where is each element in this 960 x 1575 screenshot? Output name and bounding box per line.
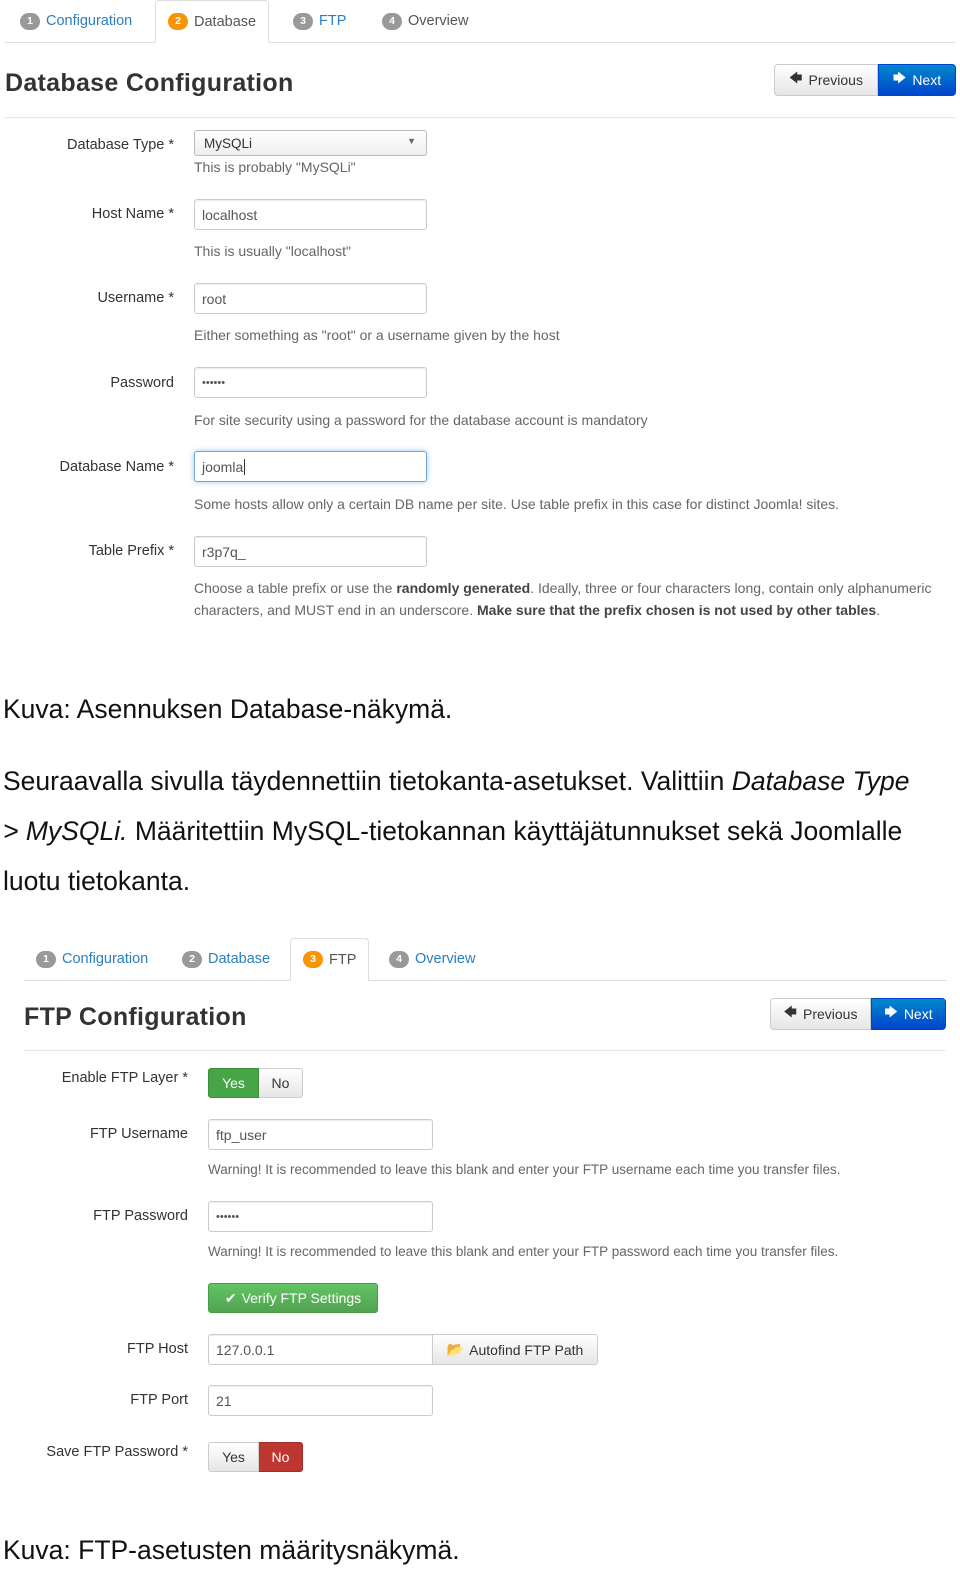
tab-label: Overview <box>408 13 469 29</box>
caption-database: Kuva: Asennuksen Database-näkymä. <box>3 694 453 724</box>
verify-label: Verify FTP Settings <box>241 1290 362 1306</box>
db-name-input[interactable]: joomla <box>194 451 427 482</box>
paragraph-line-3: luotu tietokanta. <box>3 866 191 896</box>
tab-label: FTP <box>319 13 347 29</box>
divider <box>5 117 955 118</box>
db-tab-overview[interactable]: 4 Overview <box>382 0 468 42</box>
next-button[interactable]: 🡆 Next <box>878 64 956 96</box>
previous-label: Previous <box>808 72 863 88</box>
ftp-username-label: FTP Username <box>89 1126 188 1142</box>
password-input[interactable]: •••••• <box>194 367 427 398</box>
prefix-input[interactable]: r3p7q_ <box>194 536 427 567</box>
previous-button[interactable]: 🡄 Previous <box>770 998 871 1030</box>
save-ftp-password-label: Save FTP Password * <box>46 1444 188 1460</box>
save-ftp-password-no[interactable]: No <box>259 1442 303 1472</box>
enable-ftp-label: Enable FTP Layer * <box>61 1070 188 1086</box>
username-input[interactable]: root <box>194 283 427 314</box>
verify-ftp-button[interactable]: ✔ Verify FTP Settings <box>208 1283 378 1313</box>
username-help: Either something as "root" or a username… <box>194 327 560 343</box>
ftp-password-help: Warning! It is recommended to leave this… <box>208 1244 839 1259</box>
checkmark-icon: ✔ <box>224 1289 237 1306</box>
step-badge: 2 <box>168 13 188 30</box>
enable-ftp-yes[interactable]: Yes <box>208 1068 259 1098</box>
tab-label: Database <box>194 13 257 30</box>
db-nav-buttons: 🡄 Previous 🡆 Next <box>774 64 956 96</box>
db-name-value: joomla <box>202 458 244 475</box>
db-tab-configuration[interactable]: 1 Configuration <box>20 0 132 42</box>
divider <box>24 1050 946 1051</box>
text-caret <box>244 458 246 475</box>
host-label: Host Name * <box>91 206 174 222</box>
previous-button[interactable]: 🡄 Previous <box>774 64 878 96</box>
autofind-label: Autofind FTP Path <box>469 1341 584 1358</box>
step-badge: 2 <box>182 950 202 968</box>
password-label: Password <box>110 375 174 391</box>
tab-label: Overview <box>415 951 476 967</box>
ftp-username-help: Warning! It is recommended to leave this… <box>208 1162 841 1177</box>
step-badge: 1 <box>36 950 56 968</box>
db-type-select[interactable]: MySQLi ▼ <box>194 130 427 156</box>
password-help: For site security using a password for t… <box>194 412 648 428</box>
ftp-username-input[interactable]: ftp_user <box>208 1119 433 1150</box>
step-badge: 4 <box>389 950 409 968</box>
ftp-tab-database[interactable]: 2 Database <box>182 938 270 980</box>
caption-ftp: Kuva: FTP-asetusten määritysnäkymä. <box>3 1535 460 1565</box>
paragraph-line-2: > MySQLi. Määritettiin MySQL-tietokannan… <box>3 816 903 846</box>
page-title: FTP Configuration <box>24 1003 247 1031</box>
tab-label: Configuration <box>62 951 149 967</box>
paragraph-line-1: Seuraavalla sivulla täydennettiin tietok… <box>3 766 910 796</box>
chevron-down-icon: ▼ <box>407 136 416 146</box>
tab-label: FTP <box>329 951 357 968</box>
step-badge: 3 <box>303 951 323 968</box>
folder-open-icon: 📂 <box>446 1341 465 1357</box>
ftp-tabbar <box>24 938 946 981</box>
next-button[interactable]: 🡆 Next <box>871 998 946 1030</box>
ftp-host-label: FTP Host <box>127 1341 188 1357</box>
db-tabbar <box>5 0 955 43</box>
db-type-help: This is probably "MySQLi" <box>194 159 356 175</box>
page-title: Database Configuration <box>5 69 294 97</box>
ftp-host-input[interactable]: 127.0.0.1 <box>208 1334 433 1365</box>
next-label: Next <box>912 72 942 88</box>
ftp-nav-buttons: 🡄 Previous 🡆 Next <box>770 998 946 1030</box>
enable-ftp-no[interactable]: No <box>259 1068 303 1098</box>
ftp-tab-configuration[interactable]: 1 Configuration <box>36 938 148 980</box>
db-type-value: MySQLi <box>204 135 253 151</box>
prefix-label: Table Prefix * <box>88 543 174 559</box>
ftp-tab-overview[interactable]: 4 Overview <box>389 938 475 980</box>
host-input[interactable]: localhost <box>194 199 427 230</box>
save-ftp-password-yes[interactable]: Yes <box>208 1442 259 1472</box>
step-badge: 4 <box>382 12 402 30</box>
arrow-right-icon: 🡆 <box>884 1004 898 1019</box>
ftp-password-label: FTP Password <box>93 1208 188 1224</box>
username-label: Username * <box>97 290 174 306</box>
prefix-help: Choose a table prefix or use the randoml… <box>194 580 932 618</box>
save-ftp-password-toggle: Yes No <box>208 1442 303 1472</box>
autofind-ftp-button[interactable]: 📂 Autofind FTP Path <box>432 1334 598 1365</box>
previous-label: Previous <box>802 1006 858 1022</box>
arrow-left-icon: 🡄 <box>783 1004 797 1019</box>
db-tab-database[interactable]: 2 Database <box>155 0 270 43</box>
ftp-port-label: FTP Port <box>130 1392 188 1408</box>
db-type-label: Database Type * <box>67 137 174 153</box>
ftp-tab-ftp[interactable]: 3 FTP <box>290 938 370 981</box>
enable-ftp-toggle: Yes No <box>208 1068 303 1098</box>
tab-label: Database <box>208 951 271 967</box>
step-badge: 3 <box>293 12 313 30</box>
ftp-port-input[interactable]: 21 <box>208 1385 433 1416</box>
tab-label: Configuration <box>46 13 133 29</box>
host-help: This is usually "localhost" <box>194 243 352 259</box>
arrow-right-icon: 🡆 <box>892 70 907 85</box>
db-name-help: Some hosts allow only a certain DB name … <box>194 496 840 512</box>
db-name-label: Database Name * <box>59 459 174 475</box>
ftp-password-input[interactable]: •••••• <box>208 1201 433 1232</box>
arrow-left-icon: 🡄 <box>789 70 803 85</box>
db-tab-ftp[interactable]: 3 FTP <box>293 0 346 42</box>
next-label: Next <box>903 1006 933 1022</box>
step-badge: 1 <box>20 12 40 30</box>
